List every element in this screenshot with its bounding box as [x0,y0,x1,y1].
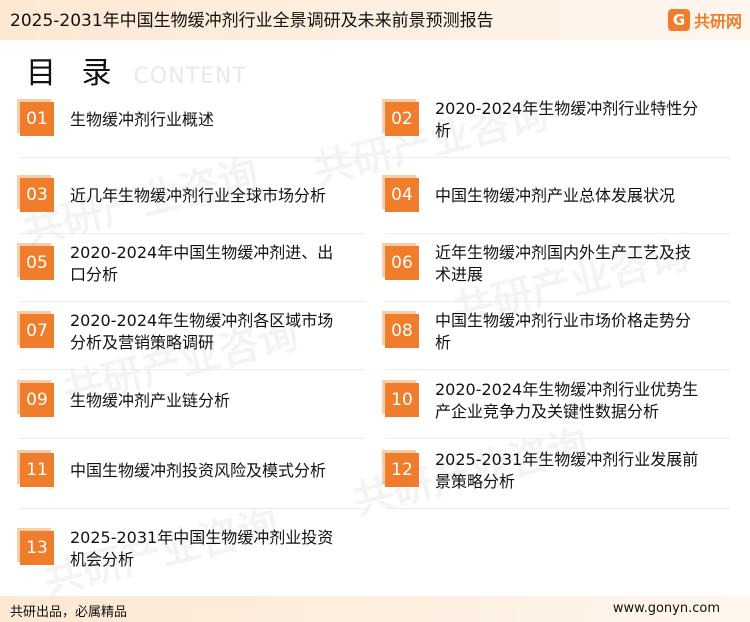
toc-entry[interactable]: 13 2025-2031年中国生物缓冲剂业投资机会分析 [17,511,365,587]
divider [20,508,365,509]
entry-number: 10 [382,380,419,417]
entry-title: 2025-2031年生物缓冲剂行业发展前景策略分析 [435,450,699,491]
header-bar: 2025-2031年中国生物缓冲剂行业全景调研及未来前景预测报告 G 共研网 [0,0,750,40]
toc-entry[interactable]: 04 中国生物缓冲剂产业总体发展状况 [382,158,730,234]
entry-title: 近几年生物缓冲剂行业全球市场分析 [70,186,327,205]
entry-number: 07 [17,311,54,348]
brand-logo: G 共研网 [667,7,742,33]
toc-entry[interactable]: 03 近几年生物缓冲剂行业全球市场分析 [17,158,365,234]
entry-title: 近年生物缓冲剂国内外生产工艺及技术进展 [435,243,692,284]
divider [385,508,730,509]
toc-entry[interactable]: 05 2020-2024年中国生物缓冲剂进、出口分析 [17,226,365,302]
logo-icon: G [667,9,690,31]
entry-title: 2020-2024年生物缓冲剂行业特性分析 [435,99,699,140]
footer-slogan: 共研出品，必属精品 [10,605,128,620]
entry-number: 13 [17,528,54,565]
entry-number: 05 [17,243,54,280]
toc-entry[interactable]: 12 2025-2031年生物缓冲剂行业发展前景策略分析 [382,433,730,509]
toc-entry[interactable]: 09 生物缓冲剂产业链分析 [17,363,365,439]
toc-entry[interactable]: 07 2020-2024年生物缓冲剂各区域市场分析及营销策略调研 [17,294,365,370]
entry-title: 2020-2024年中国生物缓冲剂进、出口分析 [70,243,334,284]
entry-title: 2020-2024年生物缓冲剂各区域市场分析及营销策略调研 [70,311,334,352]
toc-entry[interactable]: 08 中国生物缓冲剂行业市场价格走势分析 [382,294,730,370]
entry-title: 中国生物缓冲剂投资风险及模式分析 [70,461,327,480]
footer-website[interactable]: www.gonyn.com [613,601,720,616]
entry-number: 12 [382,450,419,487]
toc-entry[interactable]: 06 近年生物缓冲剂国内外生产工艺及技术进展 [382,226,730,302]
entry-title: 中国生物缓冲剂产业总体发展状况 [435,186,676,205]
entry-number: 08 [382,311,419,348]
entry-number: 06 [382,243,419,280]
entry-title: 中国生物缓冲剂行业市场价格走势分析 [435,311,692,352]
toc-entry[interactable]: 02 2020-2024年生物缓冲剂行业特性分析 [382,82,730,158]
entry-number: 03 [17,175,54,212]
entry-number: 11 [17,450,54,487]
report-title: 2025-2031年中国生物缓冲剂行业全景调研及未来前景预测报告 [10,11,494,31]
entry-title: 生物缓冲剂产业链分析 [70,391,231,410]
toc-entry[interactable]: 10 2020-2024年生物缓冲剂行业优势生产企业竞争力及关键性数据分析 [382,363,730,439]
logo-text: 共研网 [693,12,742,31]
entry-number: 02 [382,99,419,136]
entry-title: 2025-2031年中国生物缓冲剂业投资机会分析 [70,528,334,569]
entry-title: 2020-2024年生物缓冲剂行业优势生产企业竞争力及关键性数据分析 [435,380,699,421]
entry-number: 04 [382,175,419,212]
footer-bar: 共研出品，必属精品 www.gonyn.com [0,596,750,622]
entry-number: 09 [17,380,54,417]
toc-entry[interactable]: 11 中国生物缓冲剂投资风险及模式分析 [17,433,365,509]
entry-title: 生物缓冲剂行业概述 [70,110,215,129]
entry-number: 01 [17,99,54,136]
toc-entry[interactable]: 01 生物缓冲剂行业概述 [17,82,365,158]
